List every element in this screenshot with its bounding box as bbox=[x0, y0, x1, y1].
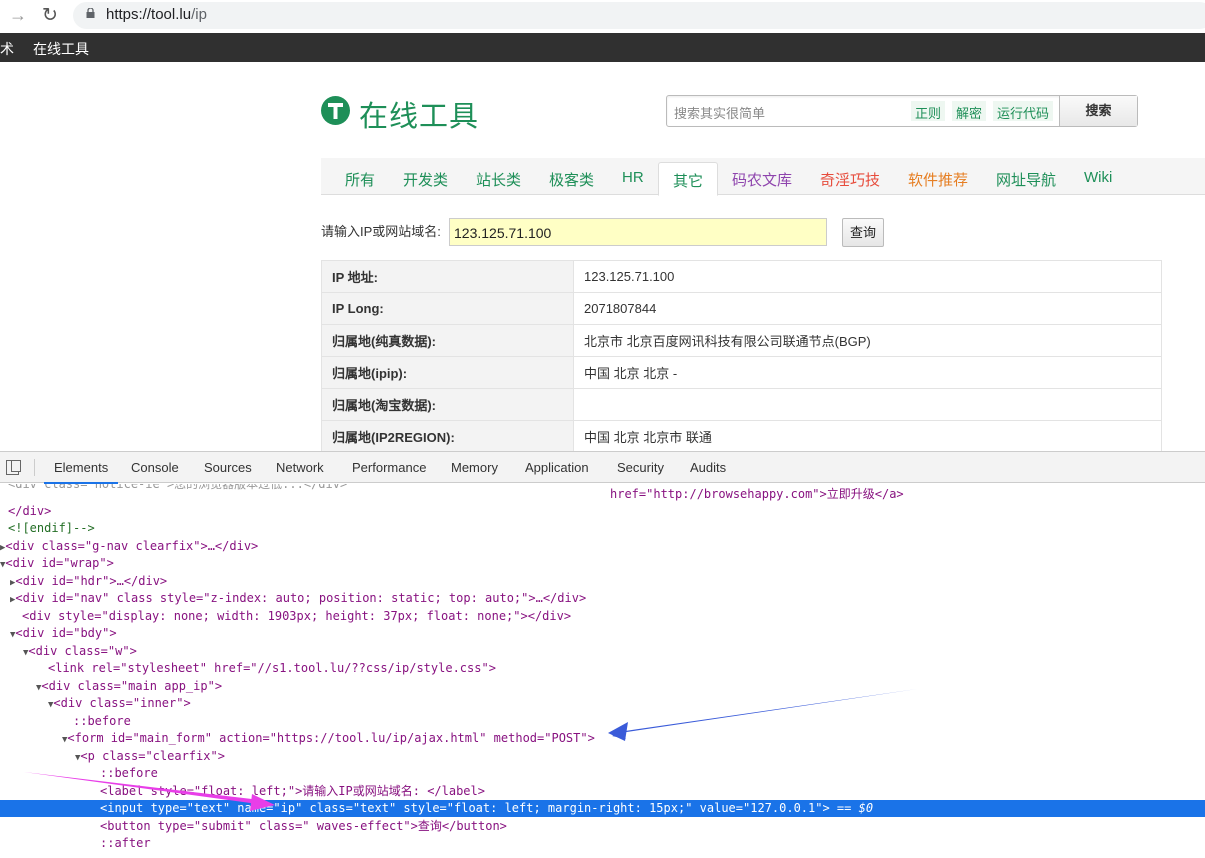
code-line[interactable]: ::after bbox=[100, 835, 151, 852]
table-row: 归属地(淘宝数据): bbox=[321, 388, 1162, 421]
devtools-tab-performance[interactable]: Performance bbox=[352, 460, 426, 475]
global-nav-item-online-tools[interactable]: 在线工具 bbox=[33, 39, 89, 59]
logo-text[interactable]: 在线工具 bbox=[359, 93, 479, 135]
address-bar[interactable] bbox=[73, 2, 1205, 29]
result-value: 北京市 北京百度网讯科技有限公司联通节点(BGP) bbox=[573, 324, 1162, 357]
tab-all[interactable]: 所有 bbox=[345, 169, 375, 190]
browser-toolbar: → ↻ https://tool.lu/ip bbox=[0, 0, 1205, 33]
ip-input[interactable]: 123.125.71.100 bbox=[449, 218, 827, 246]
code-line[interactable]: ▼<p class="clearfix"> bbox=[75, 748, 225, 765]
result-value: 2071807844 bbox=[573, 292, 1162, 325]
reload-icon[interactable]: ↻ bbox=[42, 4, 58, 27]
url-text[interactable]: https://tool.lu/ip bbox=[106, 6, 207, 23]
result-key: 归属地(ipip): bbox=[321, 356, 574, 389]
devtools-tab-audits[interactable]: Audits bbox=[690, 460, 726, 475]
code-line[interactable]: ▼<div id="bdy"> bbox=[10, 625, 117, 642]
result-key: 归属地(纯真数据): bbox=[321, 324, 574, 357]
devtools-tab-memory[interactable]: Memory bbox=[451, 460, 498, 475]
code-line[interactable]: <div class="notice-ie">您的浏览器版本过低...</div… bbox=[8, 484, 347, 493]
tab-tricks[interactable]: 奇淫巧技 bbox=[820, 169, 880, 190]
result-value: 中国 北京 北京市 联通 bbox=[573, 420, 1162, 453]
search-tag-decrypt[interactable]: 解密 bbox=[952, 101, 987, 121]
devtools-tab-elements[interactable]: Elements bbox=[43, 460, 119, 484]
tab-other[interactable]: 其它 bbox=[658, 162, 719, 196]
code-line[interactable]: ▶<div id="nav" class style="z-index: aut… bbox=[10, 590, 586, 607]
code-line-selected[interactable]: <input type="text" name="ip" class="text… bbox=[0, 800, 1205, 817]
search-button[interactable]: 搜索 bbox=[1059, 96, 1137, 126]
console-ref: == $0 bbox=[836, 801, 874, 815]
result-key: 归属地(IP2REGION): bbox=[321, 420, 574, 453]
tab-geek[interactable]: 极客类 bbox=[549, 169, 594, 190]
code-line[interactable]: ::before bbox=[73, 713, 131, 730]
global-nav: 术 在线工具 bbox=[0, 33, 1205, 62]
code-line[interactable]: <label style="float: left;">请输入IP或网站域名: … bbox=[100, 783, 485, 800]
code-line[interactable]: ▶<div class="g-nav clearfix">…</div> bbox=[0, 538, 258, 555]
devtools-tab-sources[interactable]: Sources bbox=[204, 460, 252, 475]
elements-panel: <div class="notice-ie">您的浏览器版本过低...</div… bbox=[0, 484, 1205, 858]
global-nav-item[interactable]: 术 bbox=[0, 39, 14, 59]
result-key: IP 地址: bbox=[321, 260, 574, 293]
table-row: 归属地(纯真数据): 北京市 北京百度网讯科技有限公司联通节点(BGP) bbox=[321, 324, 1162, 357]
table-row: IP 地址: 123.125.71.100 bbox=[321, 260, 1162, 293]
devtools-tab-network[interactable]: Network bbox=[276, 460, 324, 475]
table-row: 归属地(IP2REGION): 中国 北京 北京市 联通 bbox=[321, 420, 1162, 453]
devtools-tab-application[interactable]: Application bbox=[525, 460, 589, 475]
search-box: 搜索其实很简单 正则 解密 运行代码 搜索 bbox=[666, 95, 1138, 127]
forward-icon[interactable]: → bbox=[9, 5, 27, 26]
code-line[interactable]: <div style="display: none; width: 1903px… bbox=[22, 608, 571, 625]
devtools-tab-security[interactable]: Security bbox=[617, 460, 664, 475]
code-line[interactable]: ▶<div id="hdr">…</div> bbox=[10, 573, 167, 590]
search-tag-regex[interactable]: 正则 bbox=[911, 101, 946, 121]
lock-icon bbox=[86, 8, 95, 18]
category-tabs: 所有 开发类 站长类 极客类 HR 其它 码农文库 奇淫巧技 软件推荐 网址导航… bbox=[321, 158, 1205, 196]
search-input[interactable]: 搜索其实很简单 bbox=[674, 103, 765, 122]
code-line[interactable]: <button type="submit" class=" waves-effe… bbox=[100, 818, 507, 835]
code-line[interactable]: <![endif]--> bbox=[8, 520, 95, 537]
code-line[interactable]: ▼<form id="main_form" action="https://to… bbox=[62, 730, 595, 747]
code-line[interactable]: ▼<div id="wrap"> bbox=[0, 555, 114, 572]
device-toolbar-icon[interactable] bbox=[6, 460, 21, 475]
query-button[interactable]: 查询 bbox=[842, 218, 884, 247]
result-value: 中国 北京 北京 - bbox=[573, 356, 1162, 389]
result-key: 归属地(淘宝数据): bbox=[321, 388, 574, 421]
tab-software[interactable]: 软件推荐 bbox=[908, 169, 968, 190]
table-row: IP Long: 2071807844 bbox=[321, 292, 1162, 325]
devtools-tabbar: Elements Console Sources Network Perform… bbox=[0, 451, 1205, 484]
tab-coder-library[interactable]: 码农文库 bbox=[732, 169, 792, 190]
tab-webmaster[interactable]: 站长类 bbox=[476, 169, 521, 190]
logo-icon[interactable] bbox=[321, 96, 350, 125]
divider bbox=[34, 459, 35, 476]
ip-label: 请输入IP或网站域名: bbox=[321, 224, 441, 239]
code-line[interactable]: ▼<div class="inner"> bbox=[48, 695, 191, 712]
tab-hr[interactable]: HR bbox=[622, 169, 644, 186]
code-line[interactable]: href="http://browsehappy.com">立即升级</a> bbox=[610, 486, 904, 503]
devtools-tab-console[interactable]: Console bbox=[131, 460, 179, 475]
table-row: 归属地(ipip): 中国 北京 北京 - bbox=[321, 356, 1162, 389]
search-tag-run-code[interactable]: 运行代码 bbox=[993, 101, 1054, 121]
code-line[interactable]: ▼<div class="main app_ip"> bbox=[36, 678, 222, 695]
code-line[interactable]: </div> bbox=[8, 503, 51, 520]
tab-nav-sites[interactable]: 网址导航 bbox=[996, 169, 1056, 190]
code-line[interactable]: <link rel="stylesheet" href="//s1.tool.l… bbox=[48, 660, 496, 677]
code-line[interactable]: ::before bbox=[100, 765, 158, 782]
tab-wiki[interactable]: Wiki bbox=[1084, 169, 1112, 186]
tab-dev[interactable]: 开发类 bbox=[403, 169, 448, 190]
result-value bbox=[573, 388, 1162, 421]
result-key: IP Long: bbox=[321, 292, 574, 325]
code-line[interactable]: ▼<div class="w"> bbox=[23, 643, 137, 660]
result-value: 123.125.71.100 bbox=[573, 260, 1162, 293]
result-table: IP 地址: 123.125.71.100 IP Long: 2071807844 … bbox=[321, 260, 1162, 453]
